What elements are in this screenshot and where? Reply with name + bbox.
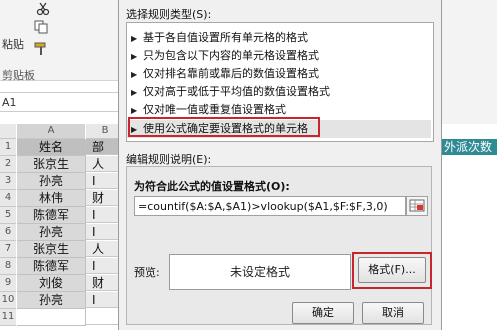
- edit-description-label: 编辑规则说明(E):: [126, 153, 212, 166]
- rule-type-label: 选择规则类型(S):: [126, 8, 212, 21]
- paste-button-label[interactable]: 粘贴: [2, 36, 24, 52]
- row-header[interactable]: 10: [0, 292, 16, 309]
- row-header[interactable]: 6: [0, 224, 16, 241]
- row-header[interactable]: 7: [0, 241, 16, 258]
- row-header[interactable]: 5: [0, 207, 16, 224]
- list-item[interactable]: ▶ 只为包含以下内容的单元格设置格式: [131, 47, 319, 63]
- preview-label: 预览:: [134, 266, 160, 279]
- ok-button[interactable]: 确定: [292, 302, 354, 324]
- row-header[interactable]: 4: [0, 190, 16, 207]
- table-cell[interactable]: 林伟: [17, 190, 86, 207]
- triangle-right-icon: ▶: [131, 70, 138, 79]
- triangle-right-icon: ▶: [131, 52, 138, 61]
- list-item[interactable]: ▶ 仅对唯一值或重复值设置格式: [131, 101, 286, 117]
- triangle-right-icon: ▶: [131, 88, 138, 97]
- select-all-corner[interactable]: [0, 124, 16, 139]
- triangle-right-icon: ▶: [131, 106, 138, 115]
- row-header[interactable]: 9: [0, 275, 16, 292]
- cell-a1[interactable]: 姓名: [17, 139, 86, 156]
- ribbon-right: [440, 0, 497, 124]
- table-cell[interactable]: 张京生: [17, 241, 86, 258]
- table-cell[interactable]: 孙亮: [17, 292, 86, 309]
- table-cell[interactable]: 刘俊: [17, 275, 86, 292]
- collapse-dialog-button[interactable]: [406, 196, 428, 216]
- format-button-highlight: [352, 252, 432, 289]
- triangle-right-icon: ▶: [131, 34, 138, 43]
- selected-rule-highlight: [128, 117, 320, 137]
- name-box[interactable]: A1: [0, 92, 124, 112]
- table-cell[interactable]: [17, 309, 86, 326]
- row-header[interactable]: 1: [0, 139, 16, 156]
- table-cell[interactable]: 张京生: [17, 156, 86, 173]
- cancel-button[interactable]: 取消: [362, 302, 424, 324]
- table-cell[interactable]: 孙亮: [17, 224, 86, 241]
- column-header-a[interactable]: A: [17, 124, 85, 139]
- list-item[interactable]: ▶ 仅对高于或低于平均值的数值设置格式: [131, 83, 330, 99]
- format-painter-icon[interactable]: [34, 42, 48, 56]
- format-preview: 未设定格式: [169, 254, 351, 290]
- header-cell-outings[interactable]: 外派次数: [440, 139, 497, 155]
- cut-icon[interactable]: [36, 2, 50, 16]
- clipboard-group-label: 剪贴板: [2, 69, 35, 82]
- row-header[interactable]: 2: [0, 156, 16, 173]
- formula-label: 为符合此公式的值设置格式(O):: [134, 180, 290, 193]
- range-select-icon: [409, 199, 425, 212]
- row-header[interactable]: 11: [0, 309, 16, 326]
- list-item[interactable]: ▶ 基于各自值设置所有单元格的格式: [131, 29, 308, 45]
- table-cell[interactable]: 陈德军: [17, 207, 86, 224]
- table-cell[interactable]: 孙亮: [17, 173, 86, 190]
- table-cell[interactable]: 陈德军: [17, 258, 86, 275]
- row-header[interactable]: 3: [0, 173, 16, 190]
- spreadsheet-grid: 1 姓名 部 2 张京生 人 3 孙亮 I 4 林伟 财 5 陈德军 I 6 孙…: [0, 139, 124, 330]
- copy-icon[interactable]: [34, 20, 48, 34]
- list-item[interactable]: ▶ 仅对排名靠前或靠后的数值设置格式: [131, 65, 319, 81]
- row-header[interactable]: 8: [0, 258, 16, 275]
- formula-input[interactable]: =countif($A:$A,$A1)>vlookup($A1,$F:$F,3,…: [134, 196, 406, 216]
